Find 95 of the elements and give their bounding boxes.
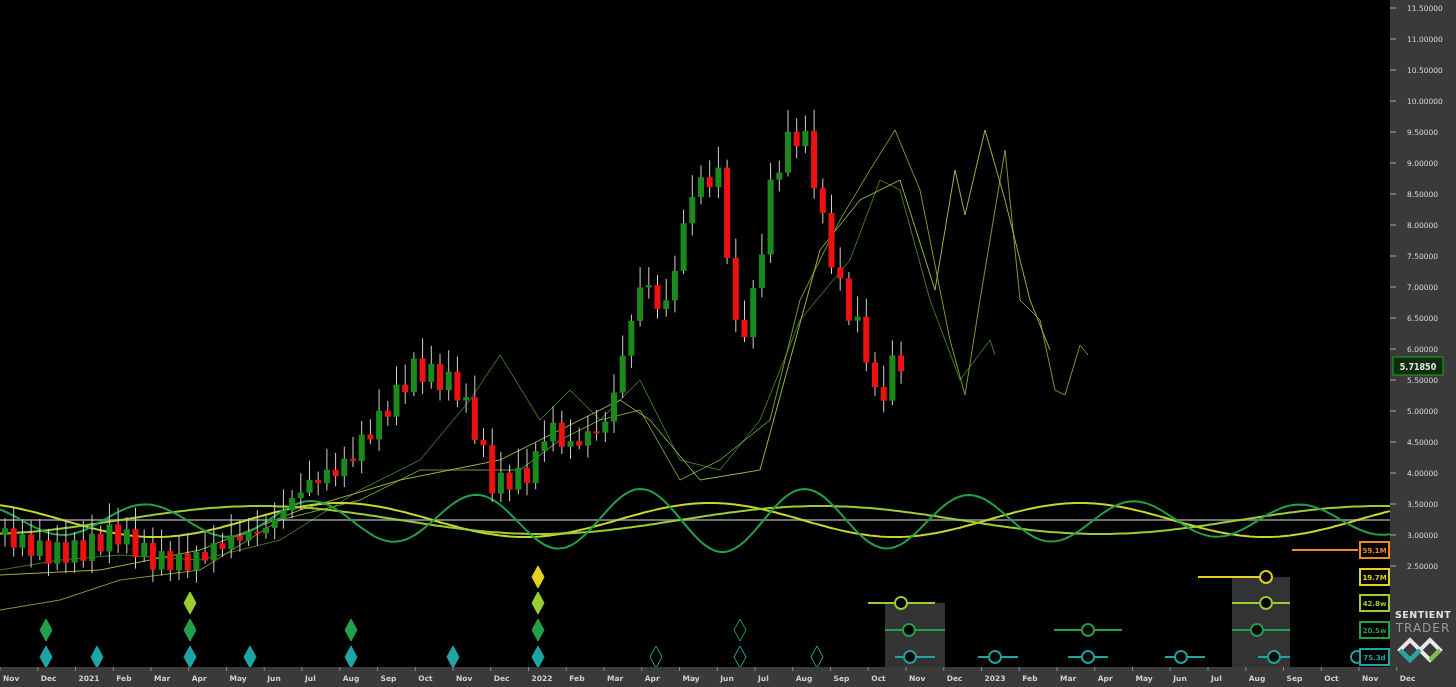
- diamond-marker-icon: [531, 565, 545, 589]
- candlestick: [45, 528, 52, 577]
- candlestick: [367, 418, 374, 445]
- candlestick: [280, 488, 287, 530]
- candlestick: [158, 529, 165, 577]
- candlestick: [593, 409, 600, 442]
- candlestick: [184, 532, 191, 579]
- candlestick: [358, 420, 365, 474]
- candlestick: [480, 427, 487, 458]
- cycle-projection-marker: [1164, 650, 1206, 664]
- diamond-marker-icon: [183, 591, 197, 615]
- logo-text: TRADER: [1395, 621, 1451, 635]
- candlestick: [680, 209, 687, 275]
- cycle-projection-marker: [1067, 650, 1109, 664]
- candlestick: [89, 514, 95, 574]
- candlestick: [106, 502, 113, 564]
- candlestick: [619, 335, 626, 399]
- candlestick: [628, 314, 635, 369]
- candlestick: [741, 300, 748, 343]
- candlestick: [245, 517, 252, 547]
- diamond-marker-icon: [649, 645, 663, 669]
- candlestick: [341, 446, 348, 488]
- candlestick: [80, 520, 87, 569]
- candlestick: [532, 442, 539, 490]
- candlestick: [611, 373, 617, 434]
- diamond-marker-icon: [243, 645, 257, 669]
- candlestick: [254, 509, 261, 547]
- candlestick: [776, 160, 783, 192]
- candlestick: [880, 365, 887, 413]
- candlestick: [332, 452, 339, 487]
- diamond-marker-icon: [39, 645, 53, 669]
- diamond-marker-icon: [531, 618, 545, 642]
- candlestick: [602, 411, 609, 443]
- candlestick: [567, 418, 574, 460]
- candlestick: [506, 464, 513, 502]
- candlestick: [2, 517, 8, 548]
- diamond-marker-icon: [531, 645, 545, 669]
- candlestick: [167, 540, 174, 582]
- diamond-marker-icon: [90, 645, 104, 669]
- candlestick: [393, 366, 400, 426]
- candlestick: [454, 356, 461, 408]
- candlestick: [71, 531, 78, 574]
- diamond-marker-icon: [733, 645, 747, 669]
- cycle-projection-marker: [1291, 549, 1359, 551]
- candlestick: [271, 501, 278, 540]
- diamond-marker-icon: [39, 618, 53, 642]
- last-price: 5.71850: [1399, 362, 1437, 372]
- candlestick: [19, 518, 26, 557]
- cycle-projection-marker: [894, 650, 936, 664]
- candlestick: [350, 436, 356, 468]
- diamond-marker-icon: [810, 645, 824, 669]
- candlestick: [263, 515, 269, 540]
- candlestick: [689, 174, 696, 236]
- candlestick: [654, 274, 661, 320]
- diamond-marker-icon: [183, 618, 197, 642]
- candlestick: [445, 349, 452, 402]
- candlestick: [419, 337, 426, 395]
- candlestick: [872, 351, 878, 397]
- diamond-marker-icon: [733, 618, 747, 642]
- cycle-projection-marker: [1231, 596, 1291, 610]
- logo-text: SENTIENT: [1394, 609, 1452, 620]
- candlestick: [193, 545, 200, 584]
- candlestick: [428, 345, 435, 390]
- diamond-marker-icon: [446, 645, 460, 669]
- candlestick: [802, 115, 809, 154]
- diamond-marker-icon: [344, 645, 358, 669]
- cycle-projection-marker: [884, 623, 946, 637]
- candlestick: [524, 448, 530, 496]
- logo-icon: [1397, 637, 1443, 663]
- candlestick: [10, 506, 17, 557]
- candlestick: [541, 419, 548, 463]
- candlestick: [306, 460, 313, 497]
- candlestick: [854, 295, 861, 333]
- cycle-projection-marker: [1231, 623, 1291, 637]
- cycle-projection-marker: [1257, 650, 1291, 664]
- candlestick: [698, 165, 704, 205]
- last-price-tag: [1392, 356, 1444, 376]
- candlestick: [793, 117, 800, 159]
- candlestick: [715, 146, 722, 199]
- candlestick: [898, 341, 905, 385]
- candlestick: [515, 448, 522, 495]
- candlestick: [706, 159, 713, 198]
- cycle-projection-marker: [1053, 623, 1123, 637]
- candlestick: [889, 339, 896, 406]
- candlestick: [176, 534, 182, 581]
- candlestick: [219, 532, 226, 558]
- candlestick: [97, 525, 104, 556]
- cycle-projection-marker: [867, 596, 936, 610]
- diamond-marker-icon: [531, 591, 545, 615]
- cycle-projection-marker: [977, 650, 1019, 664]
- candlestick: [785, 109, 791, 177]
- candlestick: [132, 507, 139, 570]
- diamond-marker-icon: [183, 645, 197, 669]
- candlestick: [437, 353, 443, 401]
- diamond-marker-icon: [344, 618, 358, 642]
